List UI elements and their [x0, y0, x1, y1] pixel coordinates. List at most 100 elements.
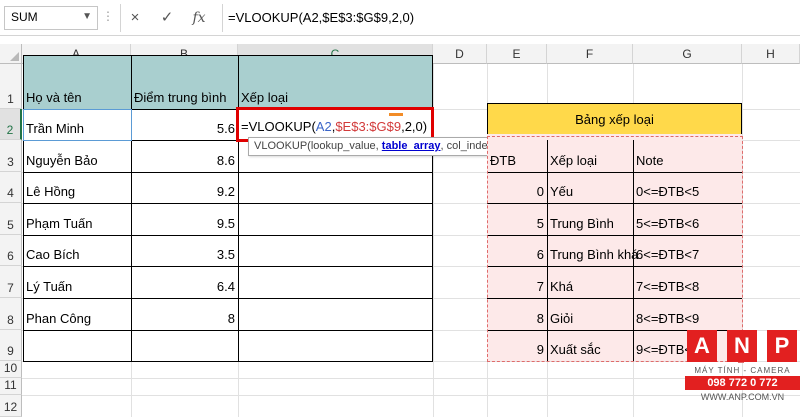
column-header-e[interactable]: E	[487, 44, 547, 64]
cell-b7[interactable]: 6.4	[131, 266, 238, 298]
row-number: 9	[7, 344, 14, 358]
table-border	[131, 55, 132, 362]
table-border	[741, 103, 742, 134]
reference-highlight-a2	[23, 109, 132, 141]
student-score: 5.6	[216, 121, 235, 136]
tooltip-active-arg[interactable]: table_array	[382, 140, 441, 152]
name-box-value: SUM	[11, 10, 38, 24]
cell-a1[interactable]: Họ và tên	[23, 55, 131, 109]
cell-a5[interactable]: Phạm Tuấn	[23, 203, 131, 235]
row-header-6[interactable]: 6	[0, 235, 22, 266]
table-border	[23, 330, 433, 331]
cell-b3[interactable]: 8.6	[131, 140, 238, 172]
row-header-7[interactable]: 7	[0, 266, 22, 298]
watermark-tagline: MÁY TÍNH - CAMERA	[694, 366, 791, 375]
ribbon-gap	[0, 36, 800, 44]
student-name: Phạm Tuấn	[26, 216, 93, 231]
select-all-button[interactable]	[0, 44, 22, 64]
cell-c1[interactable]: Xếp loại	[238, 55, 433, 109]
row-number: 5	[7, 218, 14, 232]
table-border	[432, 55, 433, 362]
watermark-site: WWW.ANP.COM.VN	[700, 392, 785, 402]
student-score: 8.6	[216, 153, 235, 168]
enter-icon[interactable]: ✓	[156, 7, 178, 29]
table-border	[23, 55, 433, 56]
student-score: 3.5	[216, 247, 235, 262]
formula-bar-separator	[222, 4, 223, 32]
row-header-1[interactable]: 1	[0, 64, 22, 109]
row-header-12[interactable]: 12	[0, 395, 22, 417]
student-score: 6.4	[216, 279, 235, 294]
student-name: Nguyễn Bảo	[26, 153, 98, 168]
cell-b1[interactable]: Điểm trung bình	[131, 55, 238, 109]
row-number: 7	[7, 281, 14, 295]
row-header-4[interactable]: 4	[0, 172, 22, 203]
cell-b6[interactable]: 3.5	[131, 235, 238, 266]
student-name: Phan Công	[26, 311, 92, 326]
row-header-3[interactable]: 3	[0, 140, 22, 172]
table-border	[23, 172, 433, 173]
row-number: 1	[7, 92, 14, 106]
row-number: 4	[7, 186, 14, 200]
column-header-d[interactable]: D	[433, 44, 487, 64]
watermark-tile: P	[767, 330, 797, 362]
column-header-f[interactable]: F	[547, 44, 633, 64]
cell-b8[interactable]: 8	[131, 298, 238, 330]
gridline	[22, 395, 800, 396]
table-border	[23, 298, 433, 299]
row-number: 10	[3, 361, 18, 375]
row-header-10[interactable]: 10	[0, 361, 22, 378]
row-header-5[interactable]: 5	[0, 203, 22, 235]
cell-a8[interactable]: Phan Công	[23, 298, 131, 330]
row-header-8[interactable]: 8	[0, 298, 22, 330]
table-border	[487, 103, 488, 134]
name-box[interactable]: SUM ▼	[4, 6, 98, 30]
table-border	[487, 103, 742, 104]
cell-a7[interactable]: Lý Tuấn	[23, 266, 131, 298]
lookup-title-cell[interactable]: Bảng xếp loại	[487, 103, 742, 134]
column-header-g[interactable]: G	[633, 44, 742, 64]
formula-bar: SUM ▼ ⋮ × ✓ fx =VLOOKUP(A2,$E$3:$G$9,2,0…	[0, 0, 800, 36]
watermark-tile: A	[687, 330, 717, 362]
cancel-icon[interactable]: ×	[124, 7, 146, 29]
row-number: 6	[7, 249, 14, 263]
more-icon: ⋮	[102, 9, 114, 23]
table-border	[23, 203, 433, 204]
table-border	[23, 55, 24, 362]
student-name: Lê Hồng	[26, 184, 76, 199]
tooltip-prefix: VLOOKUP(lookup_value,	[254, 140, 382, 152]
reference-highlight-range	[487, 136, 743, 362]
table-border	[23, 266, 433, 267]
row-number: 12	[3, 400, 18, 414]
student-score: 9.2	[216, 184, 235, 199]
chevron-down-icon[interactable]: ▼	[82, 11, 92, 22]
cell-b5[interactable]: 9.5	[131, 203, 238, 235]
row-number: 2	[6, 123, 14, 137]
cell-a6[interactable]: Cao Bích	[23, 235, 131, 266]
insert-function-button[interactable]: fx	[188, 7, 210, 29]
table-border	[238, 55, 239, 362]
student-score: 8	[227, 311, 235, 326]
gridline	[22, 378, 800, 379]
cell-b2[interactable]: 5.6	[131, 109, 238, 140]
student-name: Cao Bích	[26, 247, 80, 262]
formula-input[interactable]: =VLOOKUP(A2,$E$3:$G$9,2,0)	[228, 10, 414, 25]
student-score: 9.5	[216, 216, 235, 231]
cell-a3[interactable]: Nguyễn Bảo	[23, 140, 131, 172]
watermark-phone: 098 772 0 772	[685, 376, 800, 390]
table-border	[23, 361, 433, 362]
column-header-h[interactable]: H	[742, 44, 800, 64]
student-name: Lý Tuấn	[26, 279, 73, 294]
cell-a4[interactable]: Lê Hồng	[23, 172, 131, 203]
row-number: 8	[7, 313, 14, 327]
row-header-2[interactable]: 2	[0, 109, 22, 140]
table-border	[23, 235, 433, 236]
row-header-9[interactable]: 9	[0, 330, 22, 361]
header-name: Họ và tên	[26, 90, 82, 105]
watermark-tile: N	[727, 330, 757, 362]
formula-bar-separator	[120, 4, 121, 32]
row-header-11[interactable]: 11	[0, 378, 22, 395]
cell-b4[interactable]: 9.2	[131, 172, 238, 203]
header-rank: Xếp loại	[241, 90, 288, 105]
lookup-title: Bảng xếp loại	[575, 112, 654, 127]
